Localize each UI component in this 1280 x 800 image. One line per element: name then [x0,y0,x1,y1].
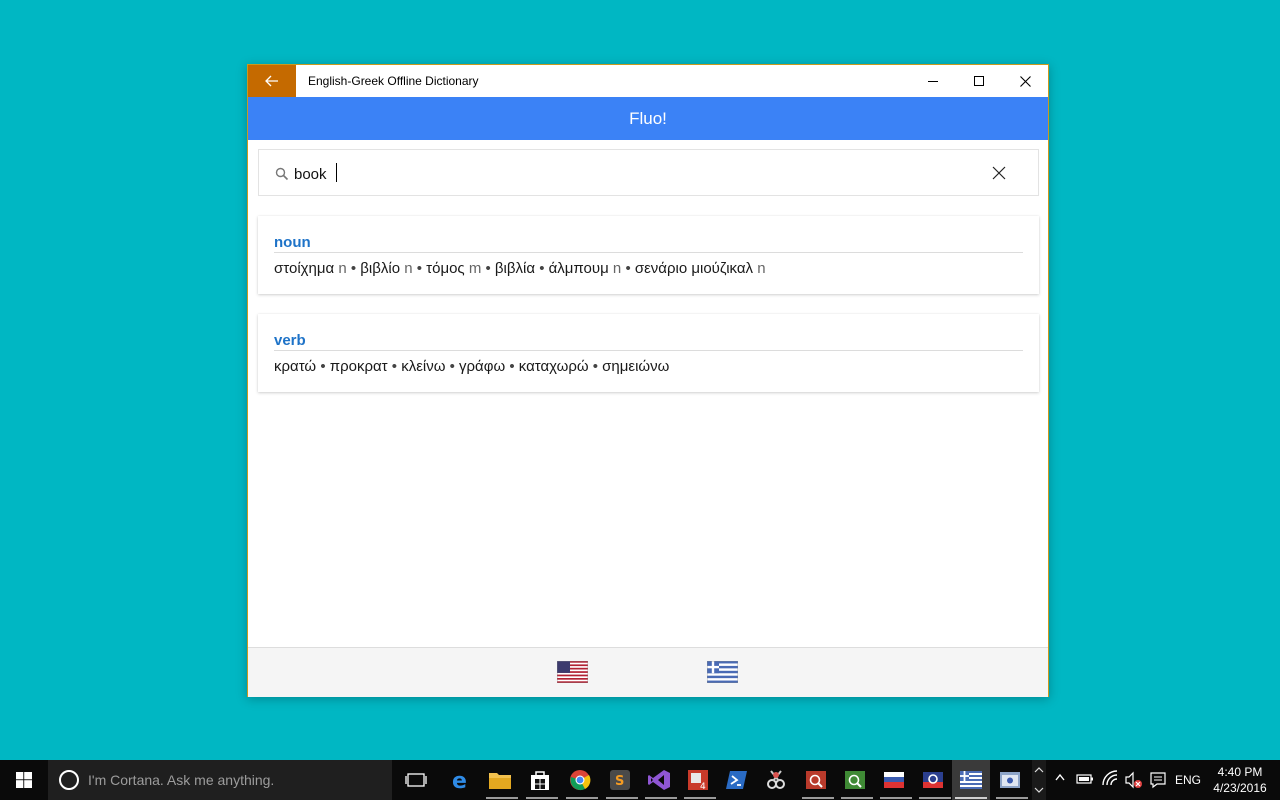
store-icon[interactable] [526,766,554,794]
translation-term[interactable]: κρατώ [274,358,316,375]
translation-term[interactable]: βιβλία [495,260,535,277]
taskbar: I'm Cortana. Ask me anything. e S 4 ENG … [0,760,1280,800]
translation-list: στοίχημα n • βιβλίο n • τόμος m • βιβλία… [274,260,766,277]
cortana-search-box[interactable]: I'm Cortana. Ask me anything. [48,760,392,800]
svg-text:e: e [452,769,467,791]
visual-studio-icon[interactable] [645,766,673,794]
close-button[interactable] [1002,65,1048,97]
translation-term[interactable]: κλείνω [401,358,445,375]
translation-term[interactable]: σημειώνω [602,358,669,375]
cortana-icon [59,770,79,790]
translation-term[interactable]: βιβλίο [360,260,400,277]
translation-term[interactable]: γράφω [459,358,505,375]
start-button[interactable] [0,760,48,800]
taskbar-scroll[interactable] [1032,760,1046,800]
running-indicator [841,797,873,799]
translation-term[interactable]: άλμπουμ [549,260,609,277]
action-center-icon[interactable] [1149,771,1167,792]
windows-logo-icon [16,772,32,788]
text-caret [336,163,337,182]
running-indicator [645,797,677,799]
gender-tag: n [404,260,413,277]
part-of-speech-label: noun [274,234,311,251]
running-indicator [955,797,987,799]
translation-term[interactable]: καταχωρώ [519,358,589,375]
us-flag-icon[interactable] [557,661,588,683]
maximize-button[interactable] [956,65,1002,97]
app-header: Fluo! [248,97,1048,140]
running-indicator [526,797,558,799]
result-card-noun: noun στοίχημα n • βιβλίο n • τόμος m • β… [258,216,1039,294]
flag-app-icon[interactable] [880,766,908,794]
task-view-icon[interactable] [402,766,430,794]
result-card-verb: verb κρατώ • προκρατ • κλείνω • γράφω • … [258,314,1039,392]
translation-term[interactable]: στοίχημα [274,260,334,277]
gender-tag: n [338,260,347,277]
close-icon [1019,75,1031,87]
arrow-left-icon [265,75,278,87]
search-input[interactable] [294,164,974,184]
minimize-icon [928,81,938,82]
search-icon [275,167,289,181]
wifi-icon[interactable] [1101,770,1119,791]
chevron-up-icon [1034,767,1044,773]
translation-term[interactable]: τόμος [426,260,464,277]
dictionary-app-icon[interactable] [841,766,869,794]
svg-text:S: S [615,774,624,789]
divider [274,350,1023,351]
gender-tag: n [612,260,622,277]
app-window: English-Greek Offline Dictionary Fluo! n… [247,64,1049,697]
back-button[interactable] [248,65,296,97]
chevron-down-icon [1034,787,1044,793]
running-indicator [684,797,716,799]
svg-text:4: 4 [700,782,706,791]
running-indicator [486,797,518,799]
running-indicator [606,797,638,799]
app-window-icon[interactable] [996,766,1024,794]
divider [274,252,1023,253]
clock[interactable]: 4:40 PM 4/23/2016 [1208,764,1272,796]
snipping-tool-icon[interactable] [762,766,790,794]
translation-term[interactable]: προκρατ [330,358,388,375]
part-of-speech-label: verb [274,332,306,349]
translation-term[interactable]: σενάριο μιούζικαλ [635,260,753,277]
clock-time: 4:40 PM [1217,765,1263,779]
running-indicator [880,797,912,799]
gender-tag: m [468,260,482,277]
running-indicator [996,797,1028,799]
search-box[interactable] [258,149,1039,196]
running-indicator [919,797,951,799]
powerpoint-tool-icon[interactable]: 4 [684,766,712,794]
edge-icon[interactable]: e [447,766,475,794]
sublime-text-icon[interactable]: S [606,766,634,794]
powershell-icon[interactable] [723,766,751,794]
running-indicator [802,797,834,799]
file-explorer-icon[interactable] [486,766,514,794]
greece-flag-icon[interactable] [707,661,738,683]
title-bar: English-Greek Offline Dictionary [248,65,1048,97]
gender-tag: n [757,260,766,277]
clear-search-icon[interactable] [990,164,1008,182]
window-title: English-Greek Offline Dictionary [308,74,479,88]
running-indicator [566,797,598,799]
dictionary-app-icon[interactable] [802,766,830,794]
input-language[interactable]: ENG [1175,773,1201,787]
translation-list: κρατώ • προκρατ • κλείνω • γράφω • καταχ… [274,358,670,375]
greek-dictionary-app-icon[interactable] [957,766,985,794]
chrome-icon[interactable] [566,766,594,794]
volume-muted-icon[interactable] [1124,771,1144,792]
language-switch-bar [248,647,1048,697]
battery-icon[interactable] [1076,772,1094,789]
maximize-icon [974,76,984,86]
minimize-button[interactable] [910,65,956,97]
cortana-placeholder: I'm Cortana. Ask me anything. [88,772,275,788]
flag-app-icon[interactable] [919,766,947,794]
clock-date: 4/23/2016 [1213,781,1267,795]
show-hidden-icons-chevron-icon[interactable] [1053,770,1067,787]
